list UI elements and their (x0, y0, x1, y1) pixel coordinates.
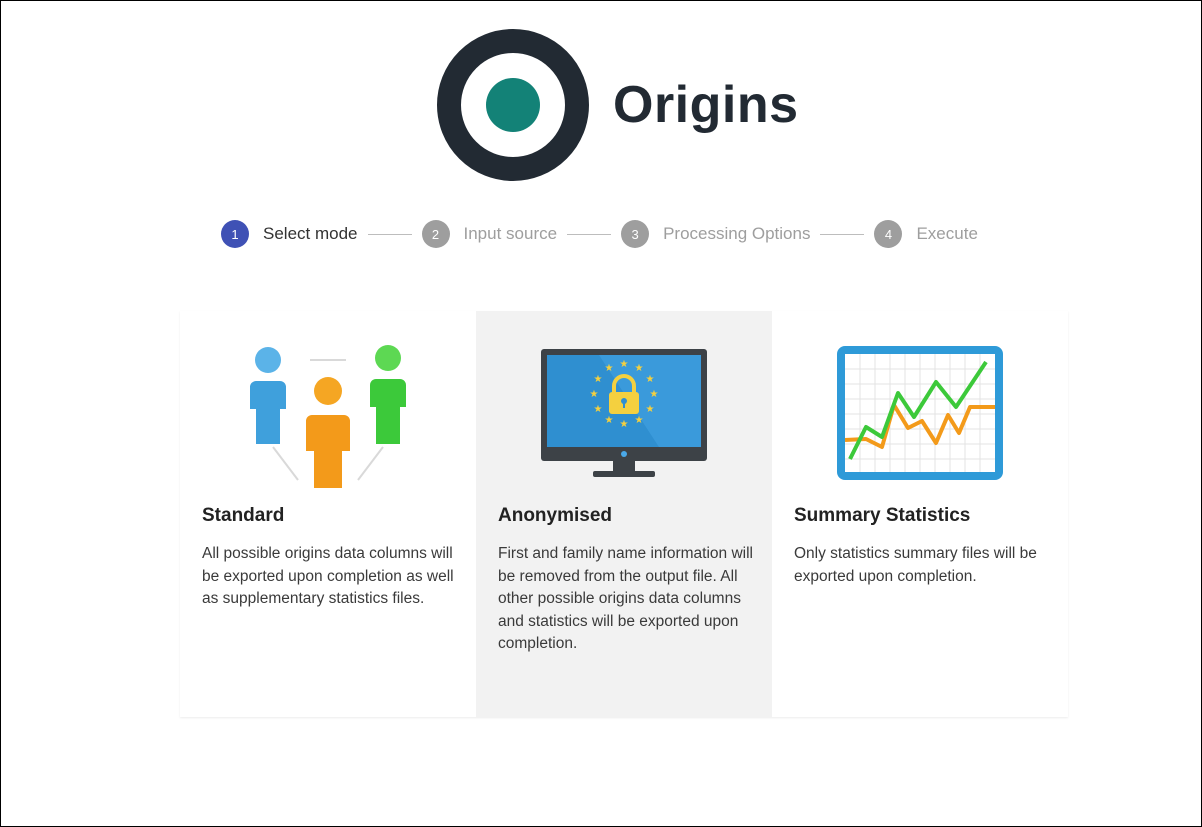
monitor-lock-eu-icon: ★ ★★ ★★★ ★★★ ★★★ (541, 349, 707, 477)
mode-stepper: 1 Select mode 2 Input source 3 Processin… (221, 219, 978, 249)
line-chart-icon (837, 346, 1003, 480)
step-connector (567, 233, 612, 235)
step-connector (820, 233, 865, 235)
logo-dot (486, 78, 540, 132)
svg-text:★: ★ (594, 404, 603, 415)
step-label-select-mode: Select mode (263, 224, 358, 243)
step-execute[interactable]: 4 Execute (874, 220, 978, 248)
origins-logo: Origins (437, 29, 799, 181)
step-label-input-source: Input source (463, 224, 558, 243)
mode-description-anonymised: First and family name information will b… (498, 545, 753, 653)
svg-text:★: ★ (635, 363, 644, 374)
mode-card-standard[interactable]: Standard All possible origins data colum… (180, 311, 476, 717)
step-label-processing-options: Processing Options (663, 224, 811, 243)
svg-text:★: ★ (646, 404, 655, 415)
app-window: Origins 1 Select mode 2 Input source 3 P… (0, 0, 1202, 827)
logo-ring-icon (437, 29, 589, 181)
mode-card-anonymised[interactable]: ★ ★ ★ ★ ★ ★ ★ ★ ★ ★ ★ ★ Anonymised First and fam… (476, 311, 772, 717)
step-number-3: 3 (621, 220, 650, 248)
svg-text:★: ★ (635, 415, 644, 426)
step-label-execute: Execute (916, 224, 978, 243)
mode-title-anonymised: Anonymised (498, 505, 613, 526)
svg-text:★: ★ (650, 389, 659, 400)
step-input-source[interactable]: 2 Input source (421, 220, 558, 248)
svg-text:★: ★ (620, 359, 629, 370)
mode-title-summary-statistics: Summary Statistics (794, 505, 971, 526)
step-number-2: 2 (421, 220, 450, 248)
svg-text:★: ★ (590, 389, 599, 400)
mode-title-standard: Standard (202, 505, 285, 526)
logo-text: Origins (613, 76, 799, 134)
step-select-mode[interactable]: 1 Select mode (221, 220, 358, 248)
svg-text:★: ★ (620, 419, 629, 430)
step-connector (367, 233, 412, 235)
users-group-icon (250, 345, 406, 488)
mode-description-summary-statistics: Only statistics summary files will be ex… (794, 545, 1037, 585)
svg-text:★: ★ (594, 374, 603, 385)
svg-text:★: ★ (605, 363, 614, 374)
step-number-1: 1 (221, 220, 249, 248)
mode-card-summary-statistics[interactable]: Summary Statistics Only statistics summa… (772, 311, 1068, 717)
mode-cards: Standard All possible origins data colum… (180, 311, 1068, 717)
svg-text:★: ★ (605, 415, 614, 426)
svg-text:★: ★ (646, 374, 655, 385)
step-processing-options[interactable]: 3 Processing Options (621, 220, 810, 248)
mode-description-standard: All possible origins data columns will b… (202, 545, 454, 608)
step-number-4: 4 (874, 220, 903, 248)
